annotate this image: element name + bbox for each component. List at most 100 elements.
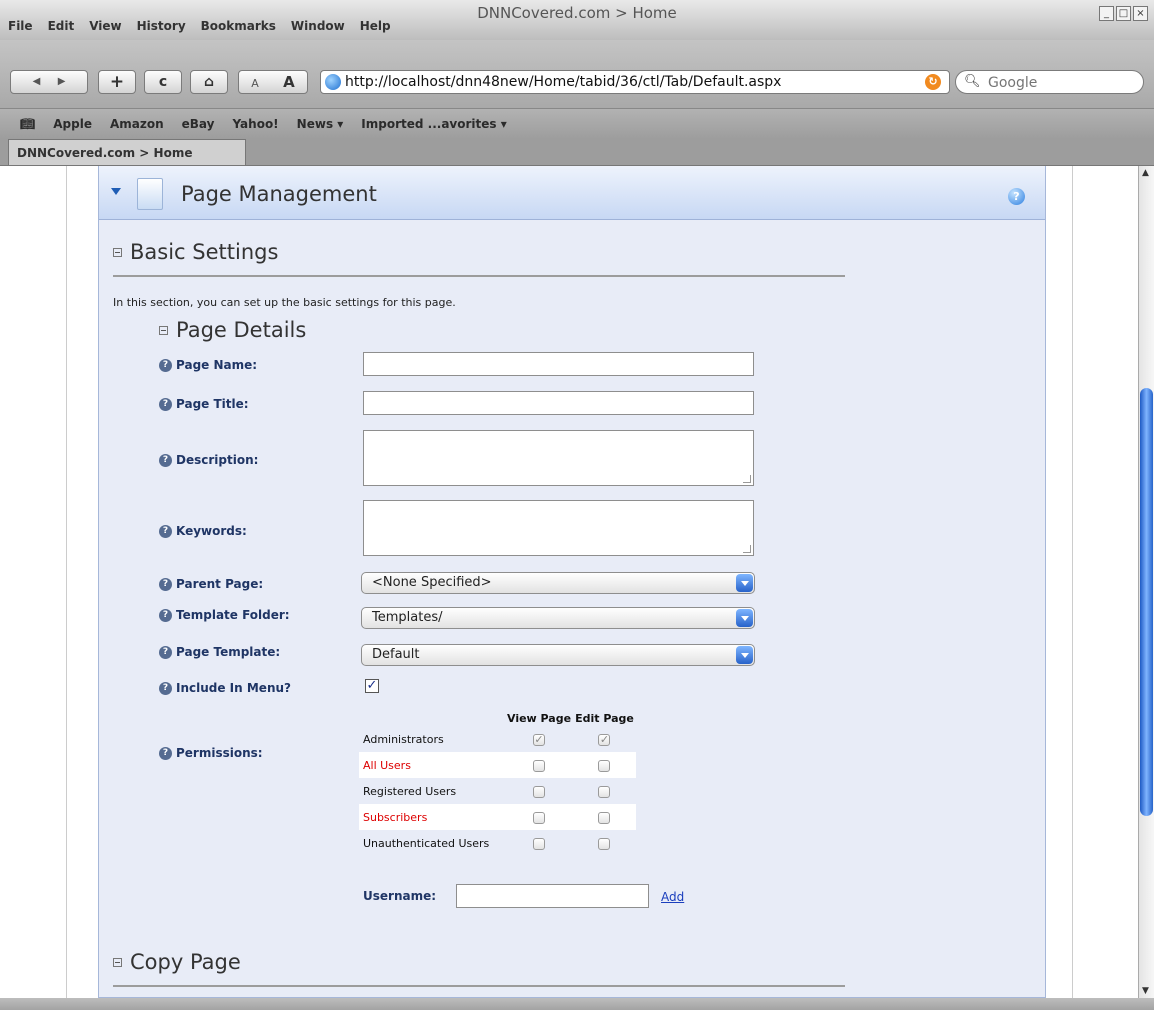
- help-icon[interactable]: ?: [159, 453, 172, 467]
- vertical-scrollbar[interactable]: ▲ ▼: [1138, 166, 1154, 998]
- view-page-checkbox[interactable]: [533, 759, 546, 772]
- page-template-select[interactable]: Default: [361, 644, 755, 666]
- basic-settings-header[interactable]: Basic Settings: [113, 240, 278, 264]
- view-page-column-header: View Page: [507, 711, 572, 725]
- add-bookmark-button[interactable]: +: [98, 70, 136, 94]
- page-template-label-text: Page Template:: [176, 645, 281, 659]
- scroll-up-icon[interactable]: ▲: [1142, 168, 1149, 178]
- chevron-down-icon[interactable]: [736, 609, 753, 627]
- menu-bookmarks[interactable]: Bookmarks: [201, 19, 276, 33]
- bookmarks-book-icon[interactable]: 📖︎: [20, 117, 35, 131]
- collapse-minus-icon[interactable]: [113, 247, 122, 257]
- help-icon[interactable]: ?: [159, 746, 172, 760]
- role-name: All Users: [359, 752, 505, 778]
- description-label-text: Description:: [176, 453, 259, 467]
- include-in-menu-checkbox[interactable]: ✓: [365, 679, 379, 693]
- tab-bar: DNNCovered.com > Home: [0, 139, 1154, 166]
- edit-page-checkbox[interactable]: [598, 811, 611, 824]
- address-bar[interactable]: http://localhost/dnn48new/Home/tabid/36/…: [320, 70, 950, 94]
- help-icon[interactable]: ?: [159, 681, 172, 695]
- chevron-down-icon[interactable]: [736, 574, 753, 592]
- collapse-arrow-icon[interactable]: [111, 188, 121, 195]
- page-title-label-text: Page Title:: [176, 397, 249, 411]
- edit-page-column-header: Edit Page: [575, 711, 634, 725]
- page-icon: [130, 178, 163, 215]
- template-folder-select[interactable]: Templates/: [361, 607, 755, 629]
- browser-toolbar: ◀ ▶ + c ⌂ A A http://localhost/dnn48new/…: [0, 40, 1154, 109]
- home-button[interactable]: ⌂: [190, 70, 228, 94]
- parent-page-select[interactable]: <None Specified>: [361, 572, 755, 594]
- view-page-checkbox[interactable]: [533, 837, 546, 850]
- forward-icon[interactable]: ▶: [58, 76, 66, 87]
- text-larger-button[interactable]: A: [283, 73, 295, 91]
- page-title-input[interactable]: [363, 391, 754, 415]
- template-folder-label-text: Template Folder:: [176, 608, 290, 622]
- help-icon[interactable]: ?: [159, 645, 172, 659]
- help-icon[interactable]: ?: [159, 577, 172, 591]
- section-divider: [113, 275, 845, 277]
- help-icon[interactable]: ?: [1008, 188, 1025, 205]
- page-name-input[interactable]: [363, 352, 754, 376]
- view-page-checkbox[interactable]: [533, 811, 546, 824]
- bookmark-news[interactable]: News ▾: [297, 117, 344, 131]
- bookmark-amazon[interactable]: Amazon: [110, 117, 164, 131]
- help-icon[interactable]: ?: [159, 397, 172, 411]
- edit-page-checkbox[interactable]: [598, 785, 611, 798]
- snapback-icon[interactable]: ↻: [925, 74, 941, 90]
- parent-page-value: <None Specified>: [372, 575, 492, 590]
- permission-row-administrators: Administrators ✓ ✓: [359, 726, 636, 752]
- collapse-minus-icon[interactable]: [159, 325, 168, 335]
- maximize-icon[interactable]: □: [1116, 6, 1131, 21]
- tab-home[interactable]: DNNCovered.com > Home: [8, 139, 246, 165]
- menu-view[interactable]: View: [89, 19, 121, 33]
- globe-icon: [325, 74, 341, 90]
- menu-history[interactable]: History: [137, 19, 186, 33]
- view-page-checkbox[interactable]: [533, 785, 546, 798]
- copy-page-header[interactable]: Copy Page: [113, 950, 241, 974]
- keywords-label-text: Keywords:: [176, 524, 247, 538]
- chevron-down-icon[interactable]: [736, 646, 753, 664]
- text-size-buttons[interactable]: A A: [238, 70, 308, 94]
- minimize-icon[interactable]: _: [1099, 6, 1114, 21]
- scroll-down-icon[interactable]: ▼: [1142, 986, 1149, 996]
- back-forward-buttons[interactable]: ◀ ▶: [10, 70, 88, 94]
- menu-file[interactable]: File: [8, 19, 33, 33]
- edit-page-checkbox[interactable]: [598, 759, 611, 772]
- close-icon[interactable]: ×: [1133, 6, 1148, 21]
- username-input[interactable]: [456, 884, 649, 908]
- edit-page-checkbox[interactable]: [598, 837, 611, 850]
- url-text[interactable]: http://localhost/dnn48new/Home/tabid/36/…: [345, 74, 781, 90]
- permissions-label-text: Permissions:: [176, 746, 263, 760]
- menu-edit[interactable]: Edit: [48, 19, 75, 33]
- module-header: Page Management ?: [99, 166, 1045, 220]
- help-icon[interactable]: ?: [159, 358, 172, 372]
- search-field[interactable]: 🔍︎: [955, 70, 1144, 94]
- description-label: ? Description:: [159, 453, 258, 467]
- keywords-textarea[interactable]: [363, 500, 754, 556]
- bookmark-apple[interactable]: Apple: [53, 117, 92, 131]
- help-icon[interactable]: ?: [159, 524, 172, 538]
- status-bar: [0, 998, 1154, 1010]
- add-user-link[interactable]: Add: [661, 890, 684, 904]
- include-in-menu-label: ? Include In Menu?: [159, 681, 291, 695]
- page-border-right: [1072, 166, 1073, 998]
- scrollbar-thumb[interactable]: [1140, 388, 1153, 816]
- reload-button[interactable]: c: [144, 70, 182, 94]
- bookmark-imported-favorites[interactable]: Imported ...avorites ▾: [361, 117, 506, 131]
- bookmarks-bar: 📖︎ Apple Amazon eBay Yahoo! News ▾ Impor…: [0, 109, 1154, 139]
- page-title-label: ? Page Title:: [159, 397, 249, 411]
- page-template-label: ? Page Template:: [159, 645, 280, 659]
- search-input[interactable]: [986, 72, 1130, 94]
- bookmark-yahoo[interactable]: Yahoo!: [232, 117, 278, 131]
- collapse-minus-icon[interactable]: [113, 957, 122, 967]
- search-icon[interactable]: 🔍︎: [964, 74, 981, 89]
- description-textarea[interactable]: [363, 430, 754, 486]
- menu-window[interactable]: Window: [291, 19, 345, 33]
- role-name: Subscribers: [359, 804, 505, 830]
- menu-help[interactable]: Help: [360, 19, 391, 33]
- back-icon[interactable]: ◀: [33, 76, 41, 87]
- text-smaller-button[interactable]: A: [251, 77, 259, 90]
- page-details-header[interactable]: Page Details: [159, 318, 306, 342]
- bookmark-ebay[interactable]: eBay: [182, 117, 215, 131]
- help-icon[interactable]: ?: [159, 608, 172, 622]
